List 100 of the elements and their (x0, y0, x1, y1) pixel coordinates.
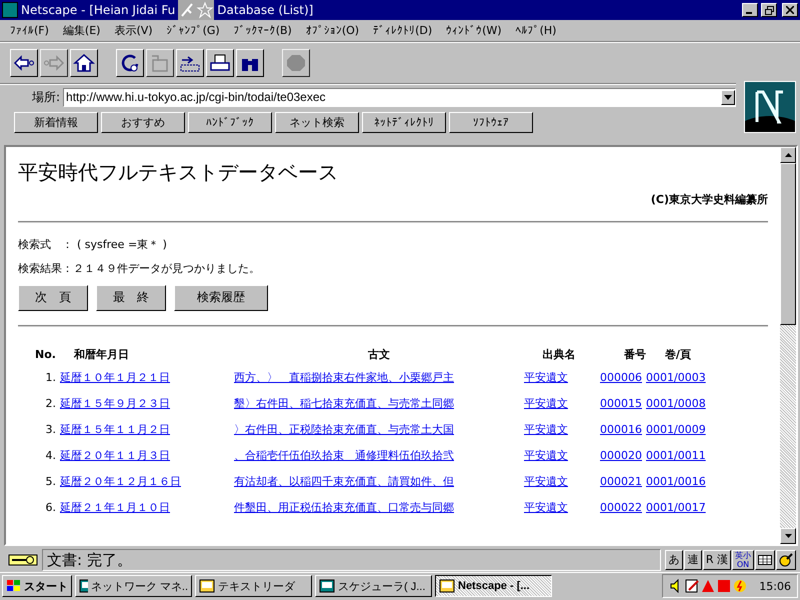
query-text: ( sysfree =東＊ ) (77, 236, 167, 252)
square-icon[interactable] (717, 579, 732, 594)
print-button[interactable] (206, 48, 234, 77)
date-link[interactable]: 延暦１５年１１月２日 (60, 422, 174, 436)
text-link[interactable]: 〉右件田、正税陸拾束充価直、与売常土大国 (234, 422, 458, 436)
ime-button[interactable]: R 漢 (702, 550, 731, 570)
text-link[interactable]: 、合稲壱仟伍伯玖拾束 通修理料伍伯玖拾弐 (234, 448, 458, 462)
row-number: 4. (30, 448, 60, 474)
menu-item[interactable]: 編集(E) (62, 22, 100, 38)
menu-item[interactable]: ｳｨﾝﾄﾞｳ(W) (446, 24, 502, 37)
page-link[interactable]: 0001/0016 (646, 474, 710, 488)
number-link[interactable]: 000022 (600, 500, 646, 514)
column-header: 巻/頁 (646, 340, 710, 370)
directory-button[interactable]: 新着情報 (14, 112, 98, 133)
page-button[interactable]: 検索履歴 (174, 284, 268, 311)
source-link[interactable]: 平安遺文 (524, 396, 572, 410)
app-icon (319, 578, 335, 594)
taskbar-button[interactable]: Netscape - [... (435, 575, 552, 598)
restore-button[interactable] (761, 3, 777, 17)
directory-button[interactable]: ﾊﾝﾄﾞﾌﾞｯｸ (188, 112, 272, 133)
back-button[interactable] (10, 48, 38, 77)
scroll-down-arrow-icon[interactable] (784, 534, 792, 538)
ime-button[interactable]: 連 (684, 550, 702, 570)
source-link[interactable]: 平安遺文 (524, 500, 572, 514)
page-link[interactable]: 0001/0017 (646, 500, 710, 514)
date-link[interactable]: 延暦２０年１２月１６日 (60, 474, 185, 488)
directory-button[interactable]: ネット検索 (275, 112, 359, 133)
restore-icon (764, 6, 774, 14)
source-link[interactable]: 平安遺文 (524, 474, 572, 488)
date-link[interactable]: 延暦１０年１月２１日 (60, 370, 174, 384)
taskbar-button[interactable]: ネットワーク マネ.. (75, 575, 192, 598)
row-number: 3. (30, 422, 60, 448)
directory-button[interactable]: ﾈｯﾄﾃﾞｨﾚｸﾄﾘ (362, 112, 446, 133)
page-link[interactable]: 0001/0008 (646, 396, 710, 410)
source-link[interactable]: 平安遺文 (524, 370, 572, 384)
location-field[interactable]: http://www.hi.u-tokyo.ac.jp/cgi-bin/todai/te03exec (63, 88, 736, 107)
lightning-icon[interactable] (733, 579, 748, 594)
reload-button[interactable] (116, 48, 144, 77)
number-link[interactable]: 000006 (600, 370, 646, 384)
query-label: 検索式 ： (18, 236, 73, 252)
vertical-scrollbar[interactable] (780, 146, 796, 544)
page-link[interactable]: 0001/0011 (646, 448, 710, 462)
directory-button[interactable]: おすすめ (101, 112, 185, 133)
close-button[interactable] (782, 3, 798, 17)
date-link[interactable]: 延暦１５年９月２３日 (60, 396, 174, 410)
number-link[interactable]: 000016 (600, 422, 646, 436)
start-button[interactable]: スタート (2, 575, 72, 598)
directory-button[interactable]: ｿﾌﾄｳｪｱ (449, 112, 533, 133)
number-link[interactable]: 000015 (600, 396, 646, 410)
menu-item[interactable]: ﾍﾙﾌﾟ(H) (516, 24, 556, 37)
page-button[interactable]: 最 終 (96, 284, 166, 311)
taskbar-button[interactable]: テキストリーダ (195, 575, 312, 598)
window-title: Netscape - [Heian Jidai Fu (21, 3, 176, 17)
menu-item[interactable]: ﾌﾞｯｸﾏｰｸ(B) (234, 24, 292, 37)
close-icon (786, 6, 794, 14)
column-header: 番号 (623, 346, 646, 363)
number-link[interactable]: 000020 (600, 448, 646, 462)
column-header: No. (34, 346, 57, 363)
menu-item[interactable]: 表示(V) (114, 22, 153, 38)
source-link[interactable]: 平安遺文 (524, 448, 572, 462)
app-icon (79, 578, 88, 594)
page-button[interactable]: 次 頁 (18, 284, 88, 311)
row-number: 6. (30, 500, 60, 526)
taskbar-button[interactable]: スケジューラ( J... (315, 575, 432, 598)
home-icon (72, 52, 96, 74)
row-number: 2. (30, 396, 60, 422)
security-key-icon (8, 552, 38, 567)
menu-item[interactable]: ｵﾌﾟｼｮﾝ(O) (306, 24, 360, 37)
date-link[interactable]: 延暦２１年１月１０日 (60, 500, 174, 514)
text-link[interactable]: 西方、〉 直稲捌拾束右件家地、小栗郷戸主 (234, 370, 458, 384)
page-link[interactable]: 0001/0003 (646, 370, 710, 384)
page-title: 平安時代フルテキストデータベース (18, 158, 339, 186)
netscape-logo-icon (2, 2, 18, 18)
source-link[interactable]: 平安遺文 (524, 422, 572, 436)
ime-button[interactable]: あ (664, 550, 683, 570)
minimize-button[interactable] (742, 3, 758, 17)
column-header: 和暦年月日 (72, 346, 130, 363)
text-link[interactable]: 件墾田、用正税伍拾束充価直、口常売与同郷 (234, 500, 458, 514)
result-text: 検索結果：２１４９件データが見つかりました。 (18, 260, 261, 276)
menu-item[interactable]: ｼﾞｬﾝﾌﾟ(G) (166, 24, 220, 37)
date-link[interactable]: 延暦２０年１１月３日 (60, 448, 174, 462)
find-button[interactable] (236, 48, 264, 77)
toolbar-icons-drawing (178, 0, 214, 20)
menu-item[interactable]: ﾌｧｲﾙ(F) (10, 24, 49, 37)
text-link[interactable]: 墾〉右件田、稲七拾束充価直、与売常土同郷 (234, 396, 458, 410)
scroll-up-arrow-icon[interactable] (784, 152, 792, 157)
windows-logo-icon (6, 579, 22, 594)
page-link[interactable]: 0001/0009 (646, 422, 710, 436)
menu-item[interactable]: ﾃﾞｨﾚｸﾄﾘ(D) (373, 24, 432, 37)
app-icon (199, 578, 215, 594)
keyboard-icon[interactable] (755, 550, 775, 570)
number-link[interactable]: 000021 (600, 474, 646, 488)
app-icon (439, 578, 455, 594)
pen-icon[interactable] (776, 550, 796, 570)
open-button[interactable] (176, 48, 204, 77)
home-button[interactable] (70, 48, 98, 77)
notepad-icon[interactable] (685, 579, 700, 594)
ime-button[interactable]: 英小ON (732, 550, 754, 570)
location-label: 場所: (32, 88, 60, 106)
text-link[interactable]: 有沽却者、以稲四千束充価直、請買如件、但 (234, 474, 458, 488)
